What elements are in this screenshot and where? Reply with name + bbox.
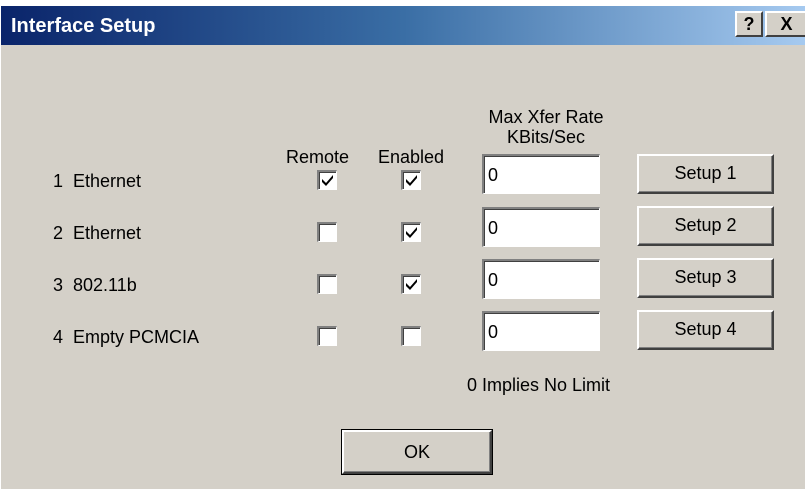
row-3-enabled-checkbox[interactable] xyxy=(401,274,421,294)
window-title: Interface Setup xyxy=(11,15,156,37)
setup-3-button[interactable]: Setup 3 xyxy=(637,258,774,298)
row-2-name: 2 Ethernet xyxy=(53,223,142,243)
header-rate-line2: KBits/Sec xyxy=(506,127,586,147)
row-1-name: 1 Ethernet xyxy=(53,171,142,191)
checkmark-icon xyxy=(406,227,417,238)
row-1-enabled-checkbox[interactable] xyxy=(401,170,421,190)
no-limit-note: 0 Implies No Limit xyxy=(467,375,611,395)
checkmark-icon xyxy=(406,279,417,290)
close-button[interactable]: X xyxy=(765,11,805,37)
row-3-rate-input[interactable] xyxy=(482,259,600,299)
setup-4-button[interactable]: Setup 4 xyxy=(637,310,774,350)
row-4-name: 4 Empty PCMCIA xyxy=(53,327,200,347)
ok-button[interactable]: OK xyxy=(341,429,493,475)
row-4-enabled-checkbox[interactable] xyxy=(401,326,421,346)
row-4-remote-checkbox[interactable] xyxy=(317,326,337,346)
title-bar[interactable]: Interface Setup ? X xyxy=(1,6,805,45)
help-button[interactable]: ? xyxy=(735,11,763,37)
header-rate-line1: Max Xfer Rate xyxy=(488,107,604,127)
row-4-rate-input[interactable] xyxy=(482,311,600,351)
interface-setup-dialog: Interface Setup ? X Remote Enabled Max X… xyxy=(0,6,805,489)
header-enabled: Enabled xyxy=(378,147,445,167)
row-1-rate-input[interactable] xyxy=(482,154,600,194)
ok-button-label: OK xyxy=(342,430,492,474)
setup-2-button[interactable]: Setup 2 xyxy=(637,206,774,246)
row-3-name: 3 802.11b xyxy=(53,275,137,295)
row-2-enabled-checkbox[interactable] xyxy=(401,222,421,242)
setup-1-button[interactable]: Setup 1 xyxy=(637,154,774,194)
checkmark-icon xyxy=(322,175,333,186)
header-remote: Remote xyxy=(286,147,350,167)
row-2-rate-input[interactable] xyxy=(482,207,600,247)
checkmark-icon xyxy=(406,175,417,186)
row-2-remote-checkbox[interactable] xyxy=(317,222,337,242)
row-3-remote-checkbox[interactable] xyxy=(317,274,337,294)
row-1-remote-checkbox[interactable] xyxy=(317,170,337,190)
